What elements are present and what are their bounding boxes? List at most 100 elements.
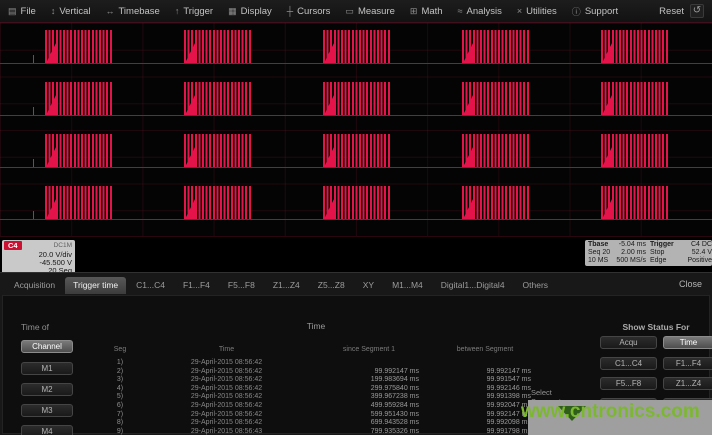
table-row: 6)29-April-2015 08:56:42499.959284 ms99.… — [96, 402, 541, 411]
table-cell-since: 599.951430 ms — [309, 411, 429, 420]
menu-item-math[interactable]: ⊞Math — [410, 6, 443, 17]
status-button-f1-f4[interactable]: F1...F4 — [663, 357, 712, 370]
trigger-source: C4 DC — [679, 241, 712, 249]
tab-z1-z4[interactable]: Z1...Z4 — [265, 277, 308, 294]
tab-trigger-time[interactable]: Trigger time — [65, 277, 126, 294]
segment-burst — [184, 30, 252, 63]
tab-f1-f4[interactable]: F1...F4 — [175, 277, 218, 294]
table-cell-time: 29-April-2015 08:56:42 — [144, 368, 309, 377]
burst-ramp — [46, 39, 58, 63]
table-cell-seg: 7) — [96, 411, 144, 420]
menu-item-label: Vertical — [59, 6, 90, 17]
table-cell-time: 29-April-2015 08:56:42 — [144, 393, 309, 402]
burst-ramp — [46, 195, 58, 219]
cursors-icon: ┼ — [287, 6, 293, 16]
table-cell-time: 29-April-2015 08:56:42 — [144, 411, 309, 420]
status-button-z1-z4[interactable]: Z1...Z4 — [663, 377, 712, 390]
segment-burst — [323, 82, 391, 115]
tab-acquisition[interactable]: Acquisition — [6, 277, 63, 294]
table-row: 9)29-April-2015 08:56:43799.935326 ms99.… — [96, 428, 541, 435]
time-per-div: 2.00 ms — [615, 249, 650, 257]
burst-ramp — [324, 195, 336, 219]
menu-item-file[interactable]: ▤File — [8, 6, 36, 17]
segment-burst — [601, 30, 669, 63]
segment-burst — [45, 186, 113, 219]
trace-tick — [33, 107, 34, 115]
time-of-label: Time of — [21, 322, 49, 332]
table-row: 1)29-April-2015 08:56:42 — [96, 359, 541, 368]
burst-ramp — [185, 91, 197, 115]
source-button-m1[interactable]: M1 — [21, 362, 73, 375]
burst-ramp — [463, 195, 475, 219]
status-button-f5-f8[interactable]: F5...F8 — [600, 377, 657, 390]
segment-burst — [45, 82, 113, 115]
tab-z5-z8[interactable]: Z5...Z8 — [310, 277, 353, 294]
burst-ramp — [46, 91, 58, 115]
menu-item-label: Display — [241, 6, 272, 17]
burst-ramp — [602, 91, 614, 115]
menu-item-analysis[interactable]: ≈Analysis — [458, 6, 502, 17]
segment-table: Seg Time since Segment 1 between Segment… — [96, 346, 541, 435]
menu-item-display[interactable]: ▦Display — [228, 6, 272, 17]
burst-ramp — [324, 39, 336, 63]
segment-burst — [462, 82, 530, 115]
menu-item-utilities[interactable]: ×Utilities — [517, 6, 557, 17]
table-row: 7)29-April-2015 08:56:42599.951430 ms99.… — [96, 411, 541, 420]
show-status-title: Show Status For — [600, 322, 712, 332]
reset-icon[interactable]: ↺ — [690, 4, 704, 18]
trace-baseline — [0, 115, 712, 116]
table-cell-seg: 6) — [96, 402, 144, 411]
table-cell-between: 99.991798 ms — [429, 428, 541, 435]
source-button-m3[interactable]: M3 — [21, 404, 73, 417]
waveform-area[interactable] — [0, 23, 712, 237]
burst-ramp — [463, 91, 475, 115]
status-button-c1-c4[interactable]: C1...C4 — [600, 357, 657, 370]
status-button-time[interactable]: Time — [663, 336, 712, 349]
timebase-trigger-descriptor[interactable]: Tbase -5.04 ms Trigger C4 DC Seq 20 2.00… — [585, 240, 712, 266]
table-row: 5)29-April-2015 08:56:42399.967238 ms99.… — [96, 393, 541, 402]
menu-item-timebase[interactable]: ↔Timebase — [105, 6, 159, 17]
trigger-type: Edge — [650, 257, 679, 265]
table-cell-since: 199.983694 ms — [309, 376, 429, 385]
menu-item-cursors[interactable]: ┼Cursors — [287, 6, 331, 17]
table-cell-time: 29-April-2015 08:56:42 — [144, 419, 309, 428]
burst-ramp — [324, 143, 336, 167]
tab-f5-f8[interactable]: F5...F8 — [220, 277, 263, 294]
table-cell-since: 499.959284 ms — [309, 402, 429, 411]
source-button-channel[interactable]: Channel — [21, 340, 73, 353]
source-button-m2[interactable]: M2 — [21, 383, 73, 396]
source-button-m4[interactable]: M4 — [21, 425, 73, 435]
segment-burst — [462, 30, 530, 63]
segment-burst — [462, 186, 530, 219]
menu-item-measure[interactable]: ▭Measure — [345, 6, 394, 17]
col-header-since: since Segment 1 — [309, 346, 429, 353]
menu-item-vertical[interactable]: ↕Vertical — [51, 6, 91, 17]
tab-c1-c4[interactable]: C1...C4 — [128, 277, 173, 294]
reset-control[interactable]: Reset ↺ — [659, 4, 704, 18]
coupling-label: DC1M — [54, 242, 72, 250]
table-cell-since: 399.967238 ms — [309, 393, 429, 402]
trace-baseline — [0, 63, 712, 64]
table-row: 3)29-April-2015 08:56:42199.983694 ms99.… — [96, 376, 541, 385]
tab-m1-m4[interactable]: M1...M4 — [384, 277, 431, 294]
table-cell-since: 99.992147 ms — [309, 368, 429, 377]
tab-xy[interactable]: XY — [355, 277, 382, 294]
segment-burst — [462, 134, 530, 167]
status-button-acqu[interactable]: Acqu — [600, 336, 657, 349]
segment-burst — [601, 134, 669, 167]
tab-digital1-digital4[interactable]: Digital1...Digital4 — [433, 277, 513, 294]
burst-ramp — [46, 143, 58, 167]
table-cell-time: 29-April-2015 08:56:42 — [144, 376, 309, 385]
burst-ramp — [463, 143, 475, 167]
menu-item-trigger[interactable]: ↑Trigger — [175, 6, 213, 17]
close-button[interactable]: Close — [679, 279, 702, 289]
channel-descriptor-c4[interactable]: C4 DC1M 20.0 V/div -45.500 V 20 Seg — [2, 240, 75, 274]
table-row: 8)29-April-2015 08:56:42699.943528 ms99.… — [96, 419, 541, 428]
tab-others[interactable]: Others — [515, 277, 557, 294]
menu-bar: ▤File ↕Vertical ↔Timebase ↑Trigger ▦Display ┼… — [0, 0, 712, 23]
segment-burst — [184, 134, 252, 167]
trace-baseline — [0, 167, 712, 168]
table-cell-seg: 9) — [96, 428, 144, 435]
table-cell-since — [309, 359, 429, 368]
menu-item-support[interactable]: ⓘSupport — [572, 5, 618, 18]
